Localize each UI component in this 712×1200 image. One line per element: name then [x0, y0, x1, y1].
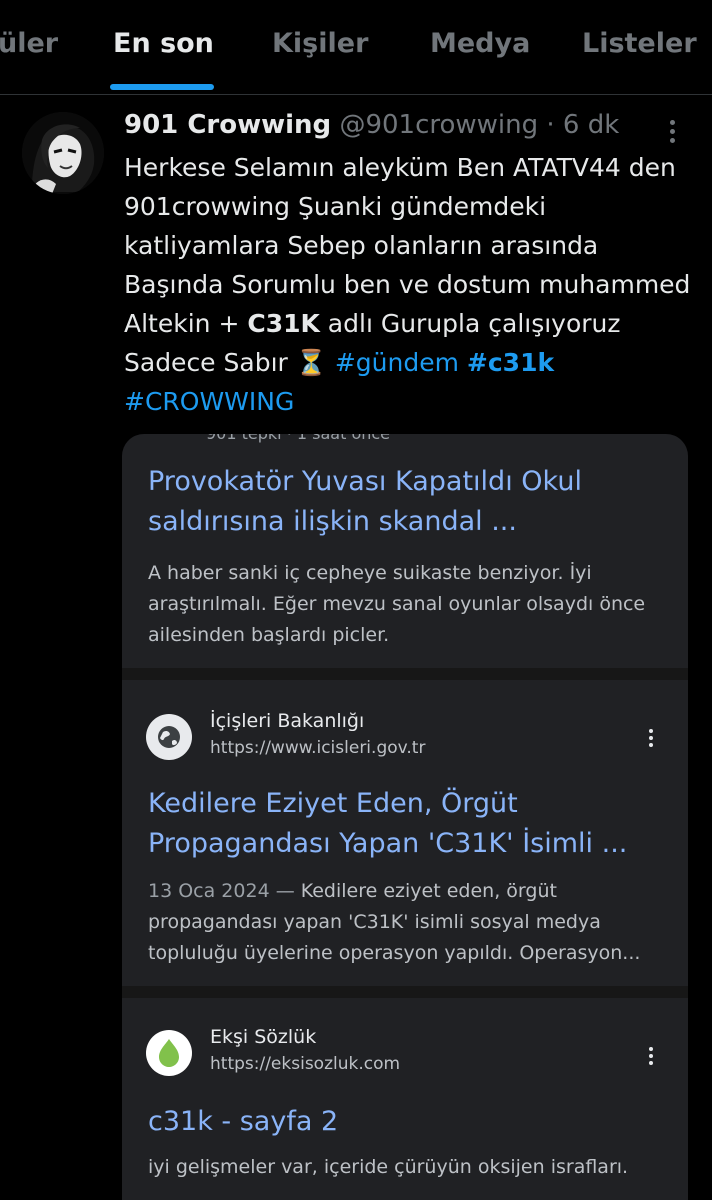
- tweet-text-bold: C31K: [247, 309, 320, 338]
- result-title[interactable]: Provokatör Yuvası Kapatıldı Okul saldırı…: [148, 462, 668, 542]
- tweet-header: 901 Crowwing @901crowwing · 6 dk: [124, 110, 619, 140]
- tweet-time[interactable]: 6 dk: [563, 110, 619, 140]
- tab-lists[interactable]: Listeler: [582, 28, 697, 59]
- author-name[interactable]: 901 Crowwing: [124, 110, 331, 140]
- globe-icon: [146, 714, 192, 760]
- green-drop-icon: [146, 1030, 192, 1076]
- tab-bar: üler En son Kişiler Medya Listeler: [0, 0, 712, 95]
- result-snippet: A haber sanki iç cepheye suikaste benziy…: [148, 562, 646, 646]
- tab-latest[interactable]: En son: [113, 28, 214, 59]
- avatar[interactable]: [22, 112, 104, 194]
- result-title[interactable]: c31k - sayfa 2: [148, 1102, 668, 1142]
- result-menu-icon[interactable]: [646, 1044, 656, 1068]
- site-name: Ekşi Sözlük: [210, 1026, 317, 1048]
- site-name: İçişleri Bakanlığı: [210, 710, 365, 732]
- result-date: 13 Oca 2024 —: [148, 880, 301, 902]
- result-divider: [122, 986, 688, 998]
- tab-media[interactable]: Medya: [430, 28, 530, 59]
- result-menu-icon[interactable]: [646, 726, 656, 750]
- site-url: https://www.icisleri.gov.tr: [210, 738, 426, 758]
- result-snippet: iyi gelişmeler var, içeride çürüyün oksi…: [148, 1156, 629, 1178]
- author-handle[interactable]: @901crowwing: [339, 110, 538, 140]
- search-results-image[interactable]: 901 tepki · 1 saat önce Provokatör Yuvas…: [122, 434, 688, 1200]
- cropped-meta-text: 901 tepki · 1 saat önce: [206, 434, 390, 443]
- result-snippet: 13 Oca 2024 — Kedilere eziyet eden, örgü…: [148, 876, 668, 969]
- result-divider: [122, 668, 688, 680]
- hashtag-crowwing[interactable]: #CROWWING: [124, 387, 294, 416]
- site-url: https://eksisozluk.com: [210, 1054, 401, 1074]
- active-tab-indicator: [110, 84, 214, 90]
- tab-people[interactable]: Kişiler: [272, 28, 368, 59]
- result-title[interactable]: Kedilere Eziyet Eden, Örgüt Propagandası…: [148, 784, 668, 864]
- dot-separator: ·: [538, 110, 563, 140]
- tweet-text: Herkese Selamın aleyküm Ben ATATV44 den …: [124, 148, 694, 421]
- hashtag-gundem[interactable]: #gündem: [335, 348, 459, 377]
- tab-top[interactable]: üler: [0, 28, 58, 59]
- hourglass-icon: ⏳: [295, 348, 327, 377]
- hashtag-c31k[interactable]: #c31k: [467, 348, 554, 377]
